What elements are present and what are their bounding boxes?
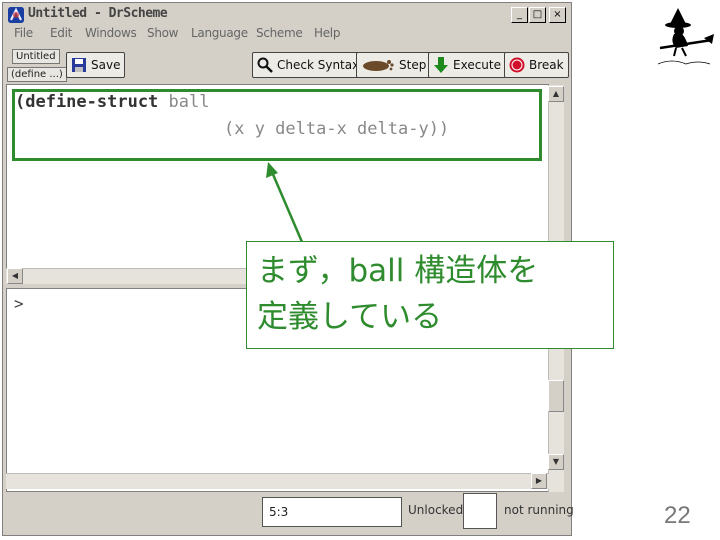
witch-logo-icon [657,8,714,65]
annotation-callout: まず，ball 構造体を 定義している [246,241,614,349]
callout-line-1: まず，ball 構造体を [257,253,539,289]
callout-line-2: 定義している [257,299,443,335]
slide-page-number: 22 [664,502,691,529]
